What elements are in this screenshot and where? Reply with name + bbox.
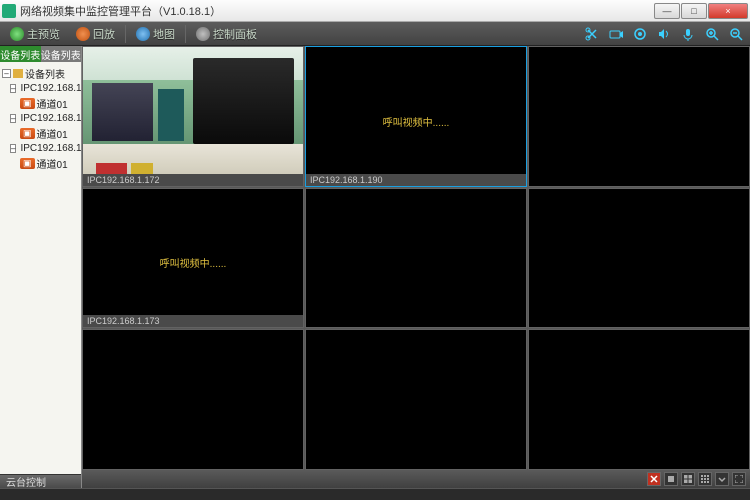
camera-badge-icon: ▣	[20, 98, 35, 109]
layout-9-icon[interactable]	[698, 472, 712, 486]
video-cell[interactable]	[528, 188, 750, 329]
tree-device-label: IPC192.168.1.190	[20, 83, 81, 94]
tree-channel-label: 通道01	[37, 126, 68, 141]
video-cell-label: IPC192.168.1.190	[306, 174, 526, 186]
video-cell[interactable]	[528, 329, 750, 470]
tab-preview-label: 主预览	[27, 26, 60, 42]
collapse-icon[interactable]: –	[2, 69, 11, 78]
video-cell-label: IPC192.168.1.172	[83, 174, 303, 186]
minimize-button[interactable]: —	[654, 3, 680, 19]
tab-map-label: 地图	[153, 26, 175, 42]
tree-device-label: IPC192.168.1.172	[20, 113, 81, 124]
gear-icon	[196, 27, 210, 41]
zoom-out-icon[interactable]	[727, 25, 745, 43]
window-titlebar: 网络视频集中监控管理平台（V1.0.18.1） — □ ×	[0, 0, 750, 22]
video-cell[interactable]	[305, 188, 527, 329]
tree-root-label: 设备列表	[25, 66, 65, 81]
video-cell-label: IPC192.168.1.173	[83, 315, 303, 327]
status-bar	[0, 488, 750, 500]
sidebar-tabs: 设备列表 设备列表	[0, 46, 81, 62]
tab-playback-label: 回放	[93, 26, 115, 42]
collapse-icon[interactable]: –	[10, 144, 16, 153]
ptz-label: 云台控制	[6, 474, 46, 489]
close-button[interactable]: ×	[708, 3, 748, 19]
layout-4-icon[interactable]	[681, 472, 695, 486]
tree-device[interactable]: –IPC192.168.1.173	[2, 142, 79, 155]
app-icon	[2, 4, 16, 18]
device-tree: – 设备列表 –IPC192.168.1.190▣通道01–IPC192.168…	[0, 62, 81, 474]
tab-playback[interactable]: 回放	[68, 24, 123, 44]
map-icon	[136, 27, 150, 41]
calling-message: 呼叫视频中......	[83, 255, 303, 270]
tab-preview[interactable]: 主预览	[2, 24, 68, 44]
tab-control-panel-label: 控制面板	[213, 26, 257, 42]
maximize-button[interactable]: □	[681, 3, 707, 19]
toolbar-separator	[125, 25, 126, 43]
camera-badge-icon: ▣	[20, 158, 35, 169]
playback-icon	[76, 27, 90, 41]
sidebar: 设备列表 设备列表 – 设备列表 –IPC192.168.1.190▣通道01–…	[0, 46, 82, 488]
video-cell[interactable]	[528, 46, 750, 187]
video-grid: IPC192.168.1.172 呼叫视频中...... IPC192.168.1.…	[82, 46, 750, 470]
record-icon[interactable]	[631, 25, 649, 43]
main-toolbar: 主预览 回放 地图 控制面板	[0, 22, 750, 46]
tab-control-panel[interactable]: 控制面板	[188, 24, 265, 44]
camera-icon[interactable]	[607, 25, 625, 43]
video-cell[interactable]: IPC192.168.1.172	[82, 46, 304, 187]
ptz-panel-header[interactable]: 云台控制	[0, 474, 81, 488]
zoom-in-icon[interactable]	[703, 25, 721, 43]
close-all-icon[interactable]	[647, 472, 661, 486]
video-cell[interactable]: 呼叫视频中...... IPC192.168.1.190	[305, 46, 527, 187]
folder-icon	[13, 69, 23, 78]
scissors-icon[interactable]	[583, 25, 601, 43]
tree-channel-label: 通道01	[37, 96, 68, 111]
sound-icon[interactable]	[655, 25, 673, 43]
tab-map[interactable]: 地图	[128, 24, 183, 44]
mic-icon[interactable]	[679, 25, 697, 43]
video-feed	[83, 47, 303, 186]
preview-icon	[10, 27, 24, 41]
sidebar-tab-devices[interactable]: 设备列表	[0, 46, 41, 62]
tree-device[interactable]: –IPC192.168.1.190	[2, 82, 79, 95]
toolbar-separator	[185, 25, 186, 43]
calling-message: 呼叫视频中......	[306, 114, 526, 129]
main-area: IPC192.168.1.172 呼叫视频中...... IPC192.168.1.…	[82, 46, 750, 488]
tree-channel[interactable]: ▣通道01	[2, 155, 79, 172]
tree-channel[interactable]: ▣通道01	[2, 125, 79, 142]
tree-channel[interactable]: ▣通道01	[2, 95, 79, 112]
video-cell[interactable]	[82, 329, 304, 470]
tree-channel-label: 通道01	[37, 156, 68, 171]
window-title: 网络视频集中监控管理平台（V1.0.18.1）	[20, 3, 221, 19]
tree-device[interactable]: –IPC192.168.1.172	[2, 112, 79, 125]
camera-badge-icon: ▣	[20, 128, 35, 139]
tree-root[interactable]: – 设备列表	[2, 65, 79, 82]
collapse-icon[interactable]: –	[10, 114, 16, 123]
grid-bottom-toolbar	[82, 470, 750, 488]
video-cell[interactable]: 呼叫视频中...... IPC192.168.1.173	[82, 188, 304, 329]
collapse-icon[interactable]: –	[10, 84, 16, 93]
sidebar-tab-groups[interactable]: 设备列表	[41, 46, 82, 62]
video-cell[interactable]	[305, 329, 527, 470]
tree-device-label: IPC192.168.1.173	[20, 143, 81, 154]
fullscreen-icon[interactable]	[732, 472, 746, 486]
layout-more-icon[interactable]	[715, 472, 729, 486]
layout-1-icon[interactable]	[664, 472, 678, 486]
